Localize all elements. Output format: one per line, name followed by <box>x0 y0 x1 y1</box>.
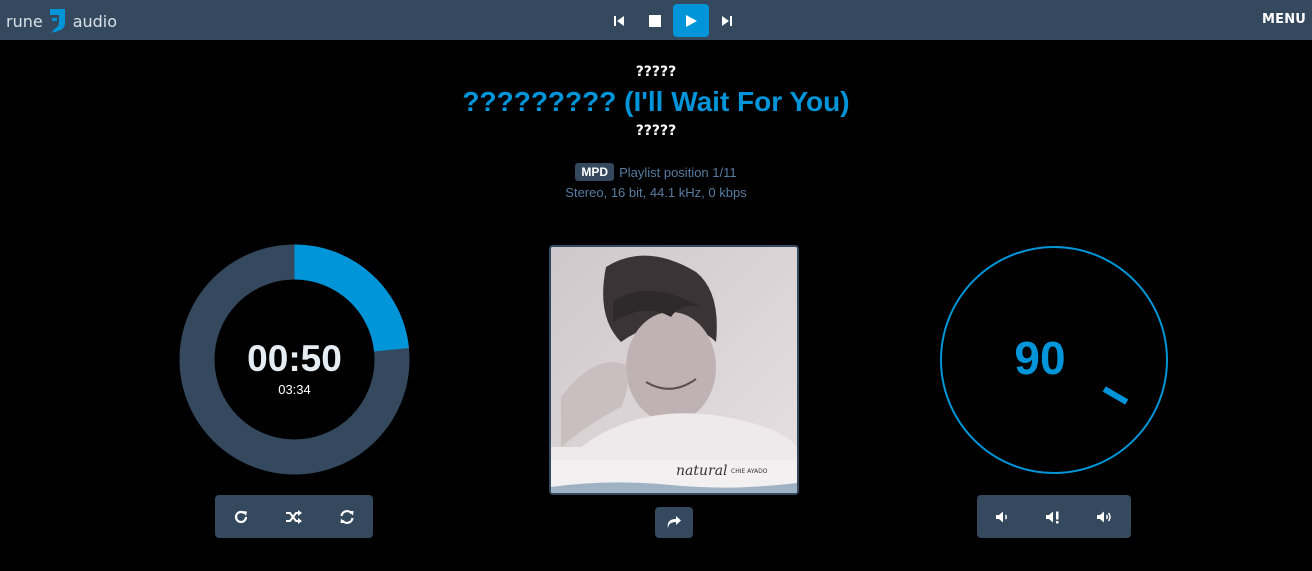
mute-button[interactable] <box>1034 499 1074 535</box>
shuffle-icon <box>285 509 302 524</box>
menu-button[interactable]: MENU <box>1262 12 1312 27</box>
stop-button[interactable] <box>637 4 673 37</box>
rune-audio-logo[interactable]: rune audio <box>6 8 117 34</box>
album-cover[interactable]: natural CHIE AYADO <box>549 245 799 495</box>
previous-button[interactable] <box>601 4 637 37</box>
playback-options-group <box>215 495 373 538</box>
top-bar: rune audio MENU <box>0 0 1312 40</box>
skip-previous-icon <box>614 15 624 26</box>
track-title: ????????? (I'll Wait For You) <box>462 86 850 117</box>
cover-art-image: natural CHIE AYADO <box>551 247 797 493</box>
track-album[interactable]: ????? <box>0 121 1312 141</box>
stop-icon <box>649 14 661 27</box>
elapsed-time: 00:50 <box>247 338 342 379</box>
playlist-position: Playlist position 1/11 <box>619 164 737 180</box>
track-info: ????? ????????? (I'll Wait For You) ????… <box>0 62 1312 141</box>
refresh-icon <box>340 509 354 524</box>
skip-next-icon <box>722 15 732 26</box>
share-button[interactable] <box>655 507 693 538</box>
next-button[interactable] <box>709 4 745 37</box>
volume-up-button[interactable] <box>1085 499 1125 535</box>
repeat-icon <box>235 510 248 523</box>
time-knob[interactable]: 00:50 03:34 <box>179 244 410 475</box>
logo-text-rune: rune <box>6 11 43 31</box>
rune-logo-icon <box>49 9 65 33</box>
source-badge: MPD <box>575 163 615 181</box>
transport-controls <box>601 4 745 37</box>
cover-caption: natural <box>676 463 728 479</box>
logo-text-audio: audio <box>72 11 118 31</box>
shuffle-button[interactable] <box>274 499 314 535</box>
volume-down-button[interactable] <box>983 499 1023 535</box>
time-progress-arc <box>293 244 409 353</box>
cover-caption-small: CHIE AYADO <box>731 468 768 475</box>
total-time: 03:34 <box>278 382 311 397</box>
track-meta: MPD Playlist position 1/11 Stereo, 16 bi… <box>0 163 1312 200</box>
share-icon <box>667 515 681 529</box>
repeat-button[interactable] <box>221 499 261 535</box>
play-button[interactable] <box>673 4 709 37</box>
track-artist[interactable]: ????? <box>0 62 1312 82</box>
play-icon <box>686 14 697 27</box>
volume-down-icon <box>995 511 1007 522</box>
volume-pointer <box>1102 386 1129 405</box>
volume-controls-group <box>977 495 1131 538</box>
volume-up-icon <box>1097 511 1112 522</box>
mute-icon <box>1045 511 1059 523</box>
volume-knob[interactable]: 90 <box>939 245 1169 475</box>
volume-value: 90 <box>1014 332 1066 384</box>
refresh-button[interactable] <box>327 499 367 535</box>
audio-format: Stereo, 16 bit, 44.1 kHz, 0 kbps <box>565 185 747 200</box>
